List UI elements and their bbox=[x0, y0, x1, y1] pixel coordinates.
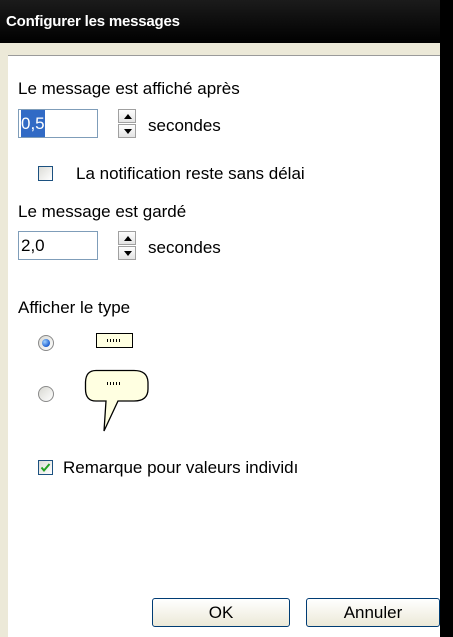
display-delay-value: 0,5 bbox=[21, 110, 45, 137]
display-delay-label: Le message est affiché après bbox=[18, 79, 240, 98]
arrow-up-icon bbox=[124, 236, 132, 241]
ok-button[interactable]: OK bbox=[152, 598, 290, 627]
no-timeout-label: La notification reste sans délai bbox=[76, 164, 305, 183]
spin-up-button[interactable] bbox=[118, 231, 136, 245]
arrow-down-icon bbox=[124, 129, 132, 134]
type-tooltip-radio[interactable] bbox=[38, 335, 54, 351]
type-bubble-radio[interactable] bbox=[38, 386, 54, 402]
speech-bubble-icon bbox=[84, 369, 149, 432]
dialog-client-area: Le message est affiché après 0,5 seconde… bbox=[8, 55, 440, 637]
title-bar: Configurer les messages bbox=[0, 0, 440, 43]
keep-delay-spinner[interactable] bbox=[118, 231, 136, 260]
display-delay-spinner[interactable] bbox=[118, 109, 136, 138]
keep-delay-unit: secondes bbox=[148, 238, 221, 257]
remark-single-label: Remarque pour valeurs individı bbox=[63, 458, 299, 477]
keep-delay-label: Le message est gardé bbox=[18, 202, 187, 221]
tooltip-box-icon bbox=[96, 333, 133, 348]
checkmark-icon bbox=[40, 463, 51, 473]
no-timeout-checkbox[interactable] bbox=[38, 166, 53, 181]
keep-delay-input[interactable]: 2,0 bbox=[18, 231, 98, 260]
spin-down-button[interactable] bbox=[118, 124, 136, 138]
radio-selected-dot bbox=[42, 339, 50, 347]
cancel-button[interactable]: Annuler bbox=[306, 598, 440, 627]
spin-up-button[interactable] bbox=[118, 109, 136, 123]
spin-down-button[interactable] bbox=[118, 246, 136, 260]
display-type-label: Afficher le type bbox=[18, 298, 131, 317]
keep-delay-value: 2,0 bbox=[21, 236, 45, 255]
display-delay-input[interactable]: 0,5 bbox=[18, 109, 98, 138]
display-delay-unit: secondes bbox=[148, 116, 221, 135]
remark-single-checkbox[interactable] bbox=[38, 460, 53, 475]
arrow-up-icon bbox=[124, 114, 132, 119]
arrow-down-icon bbox=[124, 251, 132, 256]
dialog-window: Configurer les messages Le message est a… bbox=[0, 0, 440, 637]
